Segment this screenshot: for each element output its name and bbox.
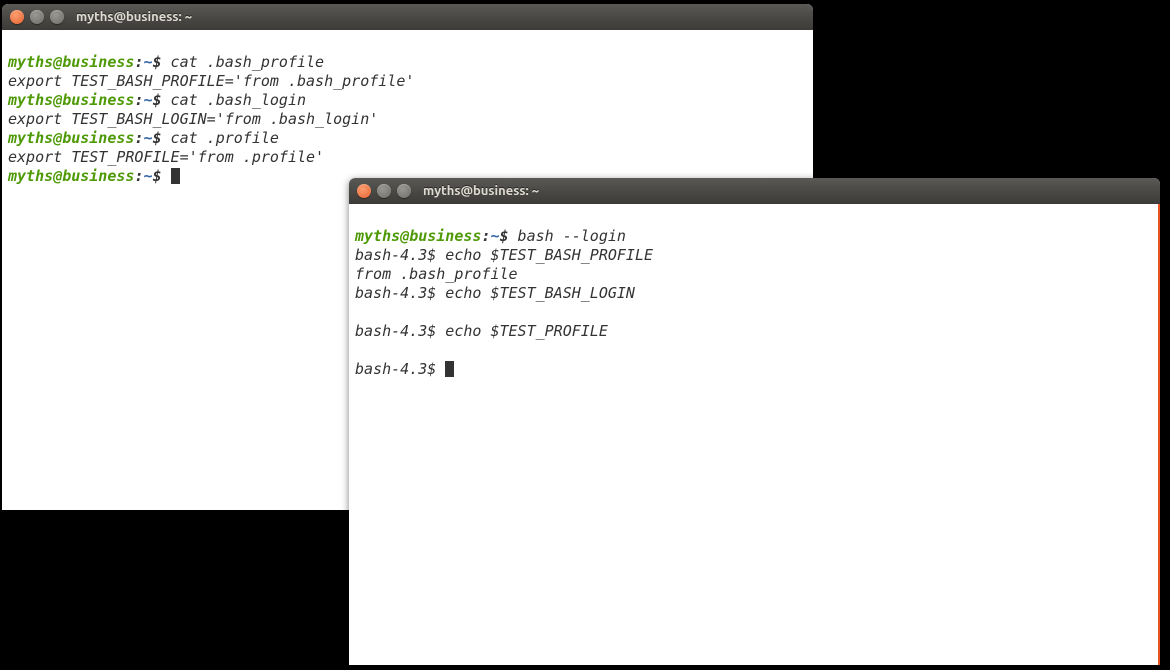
close-icon[interactable]	[357, 184, 371, 198]
prompt-at: @	[53, 167, 62, 185]
prompt-user: myths	[8, 129, 53, 147]
prompt-host: business	[62, 129, 134, 147]
output-text: export TEST_BASH_LOGIN='from .bash_login…	[8, 110, 378, 128]
command-text: echo $TEST_BASH_PROFILE	[436, 246, 653, 264]
window-edge-highlight	[1158, 204, 1160, 665]
prompt-host: business	[62, 53, 134, 71]
prompt-host: business	[62, 167, 134, 185]
command-text: bash --login	[509, 227, 626, 245]
cursor-icon	[171, 168, 180, 184]
command-text: cat .bash_login	[162, 91, 307, 109]
close-icon[interactable]	[10, 10, 24, 24]
minimize-icon[interactable]	[377, 184, 391, 198]
subprompt: bash-4.3$	[355, 284, 436, 302]
prompt-dollar: $	[153, 91, 162, 109]
prompt-path: ~	[143, 129, 152, 147]
cursor-icon	[445, 361, 454, 377]
minimize-icon[interactable]	[30, 10, 44, 24]
command-text: echo $TEST_BASH_LOGIN	[436, 284, 635, 302]
prompt-dollar: $	[153, 167, 162, 185]
maximize-icon[interactable]	[50, 10, 64, 24]
titlebar[interactable]: myths@business: ~	[349, 178, 1160, 204]
prompt-dollar: $	[153, 53, 162, 71]
prompt-path: ~	[143, 167, 152, 185]
terminal-window-2[interactable]: myths@business: ~ myths@business:~$ bash…	[349, 178, 1160, 665]
output-text: from .bash_profile	[355, 265, 518, 283]
prompt-at: @	[53, 91, 62, 109]
prompt-user: myths	[8, 91, 53, 109]
prompt-host: business	[62, 91, 134, 109]
window-title: myths@business: ~	[423, 184, 539, 198]
command-text: cat .bash_profile	[162, 53, 325, 71]
command-text: cat .profile	[162, 129, 279, 147]
output-text: export TEST_BASH_PROFILE='from .bash_pro…	[8, 72, 414, 90]
prompt-path: ~	[143, 91, 152, 109]
prompt-at: @	[53, 53, 62, 71]
subprompt: bash-4.3$	[355, 360, 436, 378]
prompt-at: @	[400, 227, 409, 245]
prompt-path: ~	[490, 227, 499, 245]
prompt-dollar: $	[153, 129, 162, 147]
window-title: myths@business: ~	[76, 10, 192, 24]
maximize-icon[interactable]	[397, 184, 411, 198]
prompt-at: @	[53, 129, 62, 147]
prompt-user: myths	[8, 53, 53, 71]
subprompt: bash-4.3$	[355, 246, 436, 264]
prompt-dollar: $	[500, 227, 509, 245]
output-text: export TEST_PROFILE='from .profile'	[8, 148, 324, 166]
command-text: echo $TEST_PROFILE	[436, 322, 608, 340]
prompt-user: myths	[355, 227, 400, 245]
titlebar[interactable]: myths@business: ~	[2, 4, 813, 30]
prompt-user: myths	[8, 167, 53, 185]
subprompt: bash-4.3$	[355, 322, 436, 340]
prompt-host: business	[409, 227, 481, 245]
prompt-path: ~	[143, 53, 152, 71]
terminal-body[interactable]: myths@business:~$ bash --login bash-4.3$…	[349, 204, 1160, 665]
